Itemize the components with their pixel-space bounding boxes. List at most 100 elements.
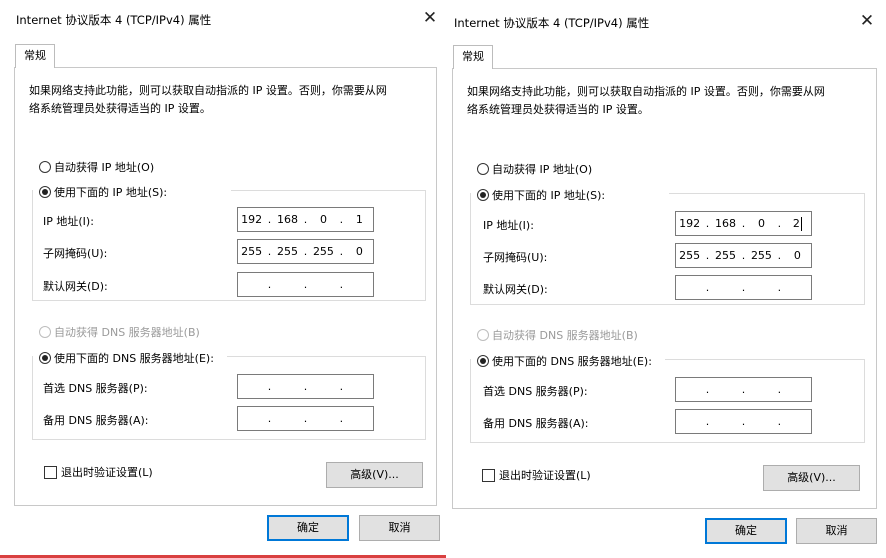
dot: . <box>303 412 308 425</box>
cancel-button[interactable]: 取消 <box>359 515 440 541</box>
auto-dns-label: 自动获得 DNS 服务器地址(B) <box>492 329 638 342</box>
radio-icon <box>477 163 489 175</box>
auto-ip-label: 自动获得 IP 地址(O) <box>54 161 155 174</box>
advanced-button[interactable]: 高级(V)... <box>763 465 860 491</box>
dot: . <box>777 415 782 428</box>
octet-2: 255 <box>715 249 737 262</box>
cancel-button[interactable]: 取消 <box>796 518 877 544</box>
validate-on-exit-label: 退出时验证设置(L) <box>499 469 591 482</box>
alternate-dns-input[interactable]: . . . <box>237 406 374 431</box>
tab-general[interactable]: 常规 <box>453 45 493 69</box>
description-line-1: 如果网络支持此功能，则可以获取自动指派的 IP 设置。否则，你需要从网 <box>29 84 387 97</box>
ok-button[interactable]: 确定 <box>267 515 349 541</box>
octet-4: 2 <box>784 216 811 231</box>
default-gateway-label: 默认网关(D): <box>483 283 548 296</box>
dot: . <box>303 380 308 393</box>
radio-checked-icon <box>39 186 51 198</box>
ipv4-properties-dialog-right: Internet 协议版本 4 (TCP/IPv4) 属性 ✕ 常规 如果网络支… <box>446 0 886 558</box>
radio-icon <box>477 329 489 341</box>
auto-dns-radio[interactable]: 自动获得 DNS 服务器地址(B) <box>477 327 638 343</box>
alternate-dns-label: 备用 DNS 服务器(A): <box>483 417 589 430</box>
octet-4-value: 2 <box>792 216 800 230</box>
dot: . <box>339 380 344 393</box>
dot: . <box>705 415 710 428</box>
preferred-dns-input[interactable]: . . . <box>237 374 374 399</box>
dot: . <box>777 281 782 294</box>
octet-3: 255 <box>750 249 772 262</box>
dot: . <box>741 415 746 428</box>
auto-ip-radio[interactable]: 自动获得 IP 地址(O) <box>477 161 592 177</box>
auto-ip-radio[interactable]: 自动获得 IP 地址(O) <box>39 159 154 175</box>
dot: . <box>777 217 782 230</box>
description-line-2: 络系统管理员处获得适当的 IP 设置。 <box>29 102 211 115</box>
general-panel: 如果网络支持此功能，则可以获取自动指派的 IP 设置。否则，你需要从网 络系统管… <box>452 68 877 509</box>
octet-2: 168 <box>277 213 299 226</box>
dot: . <box>705 281 710 294</box>
auto-dns-radio[interactable]: 自动获得 DNS 服务器地址(B) <box>39 324 200 340</box>
checkbox-icon <box>44 465 57 479</box>
manual-ip-radio[interactable]: 使用下面的 IP 地址(S): <box>39 184 172 200</box>
ipv4-properties-dialog-left: Internet 协议版本 4 (TCP/IPv4) 属性 ✕ 常规 如果网络支… <box>0 0 446 558</box>
octet-2: 255 <box>277 245 299 258</box>
preferred-dns-label: 首选 DNS 服务器(P): <box>483 385 588 398</box>
manual-ip-radio[interactable]: 使用下面的 IP 地址(S): <box>477 187 610 203</box>
dot: . <box>267 245 272 258</box>
close-icon[interactable]: ✕ <box>856 10 878 32</box>
dot: . <box>303 245 308 258</box>
octet-4: 0 <box>793 249 801 262</box>
ok-button[interactable]: 确定 <box>705 518 787 544</box>
octet-1: 192 <box>679 217 701 230</box>
title-bar: Internet 协议版本 4 (TCP/IPv4) 属性 ✕ <box>446 0 886 36</box>
description-line-2: 络系统管理员处获得适当的 IP 设置。 <box>467 103 649 116</box>
default-gateway-input[interactable]: . . . <box>237 272 374 297</box>
octet-1: 255 <box>241 245 263 258</box>
dot: . <box>741 383 746 396</box>
preferred-dns-input[interactable]: . . . <box>675 377 812 402</box>
dot: . <box>303 213 308 226</box>
default-gateway-label: 默认网关(D): <box>43 280 108 293</box>
ip-address-input[interactable]: 192. 168. 0. 2 <box>675 211 812 236</box>
title-bar: Internet 协议版本 4 (TCP/IPv4) 属性 ✕ <box>0 0 446 36</box>
octet-2: 168 <box>715 217 737 230</box>
alternate-dns-label: 备用 DNS 服务器(A): <box>43 414 149 427</box>
auto-ip-label: 自动获得 IP 地址(O) <box>492 163 593 176</box>
subnet-mask-label: 子网掩码(U): <box>43 247 108 260</box>
manual-dns-radio[interactable]: 使用下面的 DNS 服务器地址(E): <box>477 353 656 369</box>
octet-3: 0 <box>319 213 327 226</box>
dot: . <box>267 278 272 291</box>
manual-dns-label: 使用下面的 DNS 服务器地址(E): <box>492 355 652 368</box>
text-cursor <box>800 216 802 231</box>
alternate-dns-input[interactable]: . . . <box>675 409 812 434</box>
subnet-mask-input[interactable]: 255. 255. 255. 0 <box>237 239 374 264</box>
dot: . <box>339 213 344 226</box>
preferred-dns-label: 首选 DNS 服务器(P): <box>43 382 148 395</box>
dot: . <box>777 383 782 396</box>
octet-1: 192 <box>241 213 263 226</box>
dot: . <box>303 278 308 291</box>
dot: . <box>741 249 746 262</box>
radio-checked-icon <box>477 189 489 201</box>
manual-dns-label: 使用下面的 DNS 服务器地址(E): <box>54 352 214 365</box>
octet-1: 255 <box>679 249 701 262</box>
ip-address-input[interactable]: 192. 168. 0. 1 <box>237 207 374 232</box>
manual-dns-radio[interactable]: 使用下面的 DNS 服务器地址(E): <box>39 350 218 366</box>
dot: . <box>339 412 344 425</box>
default-gateway-input[interactable]: . . . <box>675 275 812 300</box>
subnet-mask-label: 子网掩码(U): <box>483 251 548 264</box>
checkbox-icon <box>482 468 495 482</box>
general-panel: 如果网络支持此功能，则可以获取自动指派的 IP 设置。否则，你需要从网 络系统管… <box>14 67 437 506</box>
dot: . <box>267 380 272 393</box>
validate-on-exit-checkbox[interactable]: 退出时验证设置(L) <box>44 464 153 480</box>
close-icon[interactable]: ✕ <box>419 7 441 29</box>
dot: . <box>705 249 710 262</box>
subnet-mask-input[interactable]: 255. 255. 255. 0 <box>675 243 812 268</box>
manual-ip-label: 使用下面的 IP 地址(S): <box>492 189 606 202</box>
tab-general[interactable]: 常规 <box>15 44 55 68</box>
dot: . <box>339 278 344 291</box>
validate-on-exit-checkbox[interactable]: 退出时验证设置(L) <box>482 467 591 483</box>
radio-checked-icon <box>477 355 489 367</box>
dot: . <box>777 249 782 262</box>
description-line-1: 如果网络支持此功能，则可以获取自动指派的 IP 设置。否则，你需要从网 <box>467 85 825 98</box>
advanced-button[interactable]: 高级(V)... <box>326 462 423 488</box>
dialog-title: Internet 协议版本 4 (TCP/IPv4) 属性 <box>16 13 212 27</box>
